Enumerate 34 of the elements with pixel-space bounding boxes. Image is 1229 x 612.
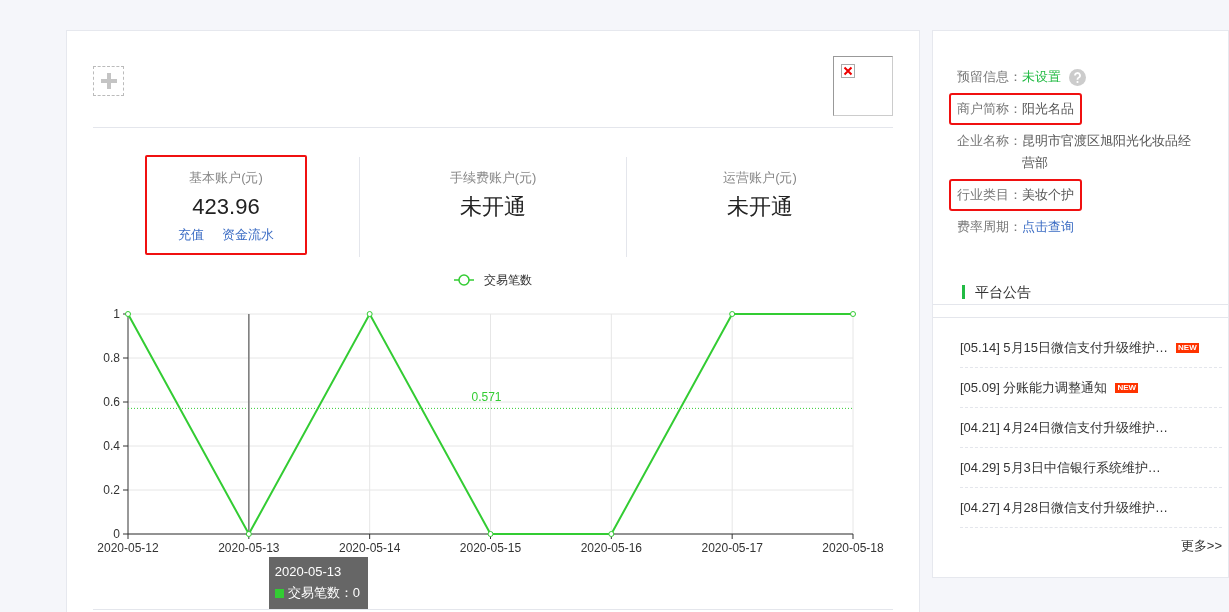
- axis-label: 0.2: [103, 483, 120, 497]
- info-label: 商户简称：: [957, 100, 1022, 118]
- axis-label: 0.8: [103, 351, 120, 365]
- info-value: 阳光名品: [1022, 100, 1074, 118]
- new-badge: NEW: [1115, 382, 1139, 393]
- info-value: 昆明市官渡区旭阳光化妆品经营部: [1022, 132, 1192, 172]
- axis-label: 0: [113, 527, 120, 541]
- axis-label: 2020-05-16: [580, 541, 643, 555]
- axis-label: 2020-05-13: [218, 541, 280, 555]
- axis-label: 1: [113, 307, 120, 321]
- account-label: 基本账户(元): [189, 169, 263, 187]
- info-label: 行业类目：: [957, 186, 1022, 204]
- axis-label: 0.4: [103, 439, 120, 453]
- axis-label: 2020-05-18: [822, 541, 884, 555]
- account-balance: 未开通: [460, 193, 526, 221]
- account-balance: 未开通: [727, 193, 793, 221]
- account-label: 运营账户(元): [723, 169, 797, 187]
- info-label: 费率周期：: [957, 218, 1022, 236]
- axis-label: 0.6: [103, 395, 120, 409]
- axis-label: 2020-05-12: [97, 541, 159, 555]
- axis-label: 2020-05-15: [459, 541, 522, 555]
- info-value: 未设置: [1022, 68, 1061, 86]
- tooltip-date: 2020-05-13: [274, 563, 343, 581]
- account-balance: 423.96: [192, 193, 260, 221]
- info-label: 企业名称：: [957, 132, 1022, 150]
- axis-label: 2020-05-17: [701, 541, 763, 555]
- average-label: 0.571: [471, 390, 502, 405]
- section-title: 平台公告: [975, 282, 1031, 302]
- tooltip-value: 交易笔数：0: [287, 584, 361, 602]
- info-label: 预留信息：: [957, 68, 1022, 86]
- axis-label: 2020-05-14: [338, 541, 401, 555]
- info-value: 美妆个护: [1022, 186, 1074, 204]
- account-label: 手续费账户(元): [449, 169, 537, 187]
- new-badge: NEW: [1176, 342, 1199, 353]
